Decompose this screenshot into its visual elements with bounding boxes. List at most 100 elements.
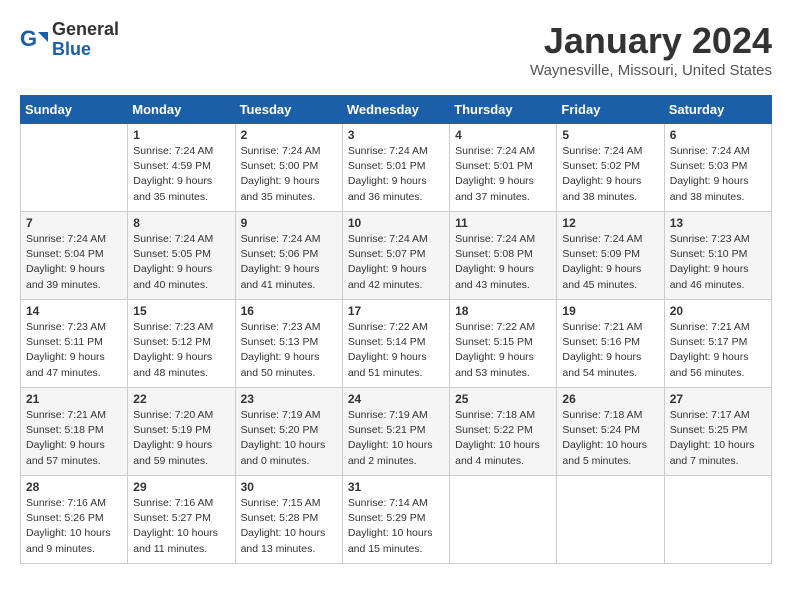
day-info: Sunrise: 7:18 AM Sunset: 5:24 PM Dayligh… (562, 408, 658, 469)
calendar-cell (557, 476, 664, 564)
day-number: 12 (562, 216, 658, 230)
day-number: 9 (241, 216, 337, 230)
logo-icon: G (20, 26, 48, 54)
day-info: Sunrise: 7:20 AM Sunset: 5:19 PM Dayligh… (133, 408, 229, 469)
calendar-cell: 21 Sunrise: 7:21 AM Sunset: 5:18 PM Dayli… (21, 388, 128, 476)
day-number: 11 (455, 216, 551, 230)
week-row-1: 1 Sunrise: 7:24 AM Sunset: 4:59 PM Daylig… (21, 124, 772, 212)
day-info: Sunrise: 7:23 AM Sunset: 5:10 PM Dayligh… (670, 232, 766, 293)
day-info: Sunrise: 7:21 AM Sunset: 5:17 PM Dayligh… (670, 320, 766, 381)
header-sunday: Sunday (21, 96, 128, 124)
calendar-cell: 27 Sunrise: 7:17 AM Sunset: 5:25 PM Dayli… (664, 388, 771, 476)
calendar-cell: 4Sunrise: 7:24 AM Sunset: 5:01 PM Daylig… (450, 124, 557, 212)
calendar-cell: 23 Sunrise: 7:19 AM Sunset: 5:20 PM Dayli… (235, 388, 342, 476)
day-number: 1 (133, 128, 229, 142)
header-wednesday: Wednesday (342, 96, 449, 124)
calendar-cell: 30 Sunrise: 7:15 AM Sunset: 5:28 PM Dayli… (235, 476, 342, 564)
day-info: Sunrise: 7:21 AM Sunset: 5:16 PM Dayligh… (562, 320, 658, 381)
calendar-cell: 18 Sunrise: 7:22 AM Sunset: 5:15 PM Dayli… (450, 300, 557, 388)
calendar-cell: 7 Sunrise: 7:24 AM Sunset: 5:04 PM Daylig… (21, 212, 128, 300)
logo-text: General Blue (52, 20, 119, 60)
calendar-cell: 2 Sunrise: 7:24 AM Sunset: 5:00 PM Daylig… (235, 124, 342, 212)
day-info: Sunrise: 7:19 AM Sunset: 5:21 PM Dayligh… (348, 408, 444, 469)
day-number: 23 (241, 392, 337, 406)
day-info: Sunrise: 7:14 AM Sunset: 5:29 PM Dayligh… (348, 496, 444, 557)
day-number: 15 (133, 304, 229, 318)
title-block: January 2024 Waynesville, Missouri, Unit… (530, 20, 772, 79)
day-info: Sunrise: 7:23 AM Sunset: 5:11 PM Dayligh… (26, 320, 122, 381)
day-info: Sunrise: 7:24 AM Sunset: 5:05 PM Dayligh… (133, 232, 229, 293)
svg-text:G: G (20, 26, 37, 51)
day-info: Sunrise: 7:18 AM Sunset: 5:22 PM Dayligh… (455, 408, 551, 469)
day-number: 3 (348, 128, 444, 142)
day-number: 8 (133, 216, 229, 230)
calendar-cell: 16 Sunrise: 7:23 AM Sunset: 5:13 PM Dayli… (235, 300, 342, 388)
day-number: 17 (348, 304, 444, 318)
day-number: 7 (26, 216, 122, 230)
logo: G General Blue (20, 20, 119, 60)
calendar-cell: 17 Sunrise: 7:22 AM Sunset: 5:14 PM Dayli… (342, 300, 449, 388)
header-friday: Friday (557, 96, 664, 124)
calendar-table: SundayMondayTuesdayWednesdayThursdayFrid… (20, 95, 772, 564)
calendar-cell (450, 476, 557, 564)
day-number: 20 (670, 304, 766, 318)
page-header: G General Blue January 2024 Waynesville,… (20, 20, 772, 79)
day-number: 16 (241, 304, 337, 318)
day-number: 13 (670, 216, 766, 230)
calendar-cell: 12Sunrise: 7:24 AM Sunset: 5:09 PM Dayli… (557, 212, 664, 300)
day-number: 22 (133, 392, 229, 406)
day-number: 30 (241, 480, 337, 494)
day-number: 19 (562, 304, 658, 318)
calendar-cell: 6Sunrise: 7:24 AM Sunset: 5:03 PM Daylig… (664, 124, 771, 212)
calendar-cell: 25 Sunrise: 7:18 AM Sunset: 5:22 PM Dayli… (450, 388, 557, 476)
day-info: Sunrise: 7:17 AM Sunset: 5:25 PM Dayligh… (670, 408, 766, 469)
header-monday: Monday (128, 96, 235, 124)
day-info: Sunrise: 7:22 AM Sunset: 5:15 PM Dayligh… (455, 320, 551, 381)
day-info: Sunrise: 7:19 AM Sunset: 5:20 PM Dayligh… (241, 408, 337, 469)
day-number: 21 (26, 392, 122, 406)
day-number: 18 (455, 304, 551, 318)
calendar-cell: 8 Sunrise: 7:24 AM Sunset: 5:05 PM Daylig… (128, 212, 235, 300)
day-info: Sunrise: 7:15 AM Sunset: 5:28 PM Dayligh… (241, 496, 337, 557)
day-number: 24 (348, 392, 444, 406)
week-row-4: 21 Sunrise: 7:21 AM Sunset: 5:18 PM Dayli… (21, 388, 772, 476)
calendar-cell: 11Sunrise: 7:24 AM Sunset: 5:08 PM Dayli… (450, 212, 557, 300)
calendar-cell: 9Sunrise: 7:24 AM Sunset: 5:06 PM Daylig… (235, 212, 342, 300)
calendar-cell: 29 Sunrise: 7:16 AM Sunset: 5:27 PM Dayli… (128, 476, 235, 564)
day-number: 10 (348, 216, 444, 230)
calendar-cell: 14Sunrise: 7:23 AM Sunset: 5:11 PM Dayli… (21, 300, 128, 388)
calendar-cell (664, 476, 771, 564)
day-info: Sunrise: 7:24 AM Sunset: 4:59 PM Dayligh… (133, 144, 229, 205)
day-number: 27 (670, 392, 766, 406)
header-saturday: Saturday (664, 96, 771, 124)
calendar-cell: 19 Sunrise: 7:21 AM Sunset: 5:16 PM Dayli… (557, 300, 664, 388)
day-info: Sunrise: 7:24 AM Sunset: 5:00 PM Dayligh… (241, 144, 337, 205)
header-thursday: Thursday (450, 96, 557, 124)
day-number: 5 (562, 128, 658, 142)
calendar-cell: 24 Sunrise: 7:19 AM Sunset: 5:21 PM Dayli… (342, 388, 449, 476)
day-info: Sunrise: 7:16 AM Sunset: 5:26 PM Dayligh… (26, 496, 122, 557)
week-row-3: 14Sunrise: 7:23 AM Sunset: 5:11 PM Dayli… (21, 300, 772, 388)
day-info: Sunrise: 7:24 AM Sunset: 5:02 PM Dayligh… (562, 144, 658, 205)
calendar-cell: 20 Sunrise: 7:21 AM Sunset: 5:17 PM Dayli… (664, 300, 771, 388)
calendar-cell: 13 Sunrise: 7:23 AM Sunset: 5:10 PM Dayli… (664, 212, 771, 300)
weekday-header-row: SundayMondayTuesdayWednesdayThursdayFrid… (21, 96, 772, 124)
calendar-cell: 1 Sunrise: 7:24 AM Sunset: 4:59 PM Daylig… (128, 124, 235, 212)
day-info: Sunrise: 7:24 AM Sunset: 5:01 PM Dayligh… (455, 144, 551, 205)
location: Waynesville, Missouri, United States (530, 62, 772, 79)
day-info: Sunrise: 7:22 AM Sunset: 5:14 PM Dayligh… (348, 320, 444, 381)
day-info: Sunrise: 7:21 AM Sunset: 5:18 PM Dayligh… (26, 408, 122, 469)
day-number: 2 (241, 128, 337, 142)
calendar-cell: 22 Sunrise: 7:20 AM Sunset: 5:19 PM Dayli… (128, 388, 235, 476)
day-info: Sunrise: 7:24 AM Sunset: 5:04 PM Dayligh… (26, 232, 122, 293)
day-info: Sunrise: 7:16 AM Sunset: 5:27 PM Dayligh… (133, 496, 229, 557)
day-info: Sunrise: 7:23 AM Sunset: 5:12 PM Dayligh… (133, 320, 229, 381)
calendar-cell: 3Sunrise: 7:24 AM Sunset: 5:01 PM Daylig… (342, 124, 449, 212)
calendar-cell: 10 Sunrise: 7:24 AM Sunset: 5:07 PM Dayli… (342, 212, 449, 300)
calendar-cell: 28Sunrise: 7:16 AM Sunset: 5:26 PM Dayli… (21, 476, 128, 564)
day-number: 29 (133, 480, 229, 494)
day-info: Sunrise: 7:24 AM Sunset: 5:07 PM Dayligh… (348, 232, 444, 293)
day-info: Sunrise: 7:23 AM Sunset: 5:13 PM Dayligh… (241, 320, 337, 381)
day-number: 25 (455, 392, 551, 406)
header-tuesday: Tuesday (235, 96, 342, 124)
